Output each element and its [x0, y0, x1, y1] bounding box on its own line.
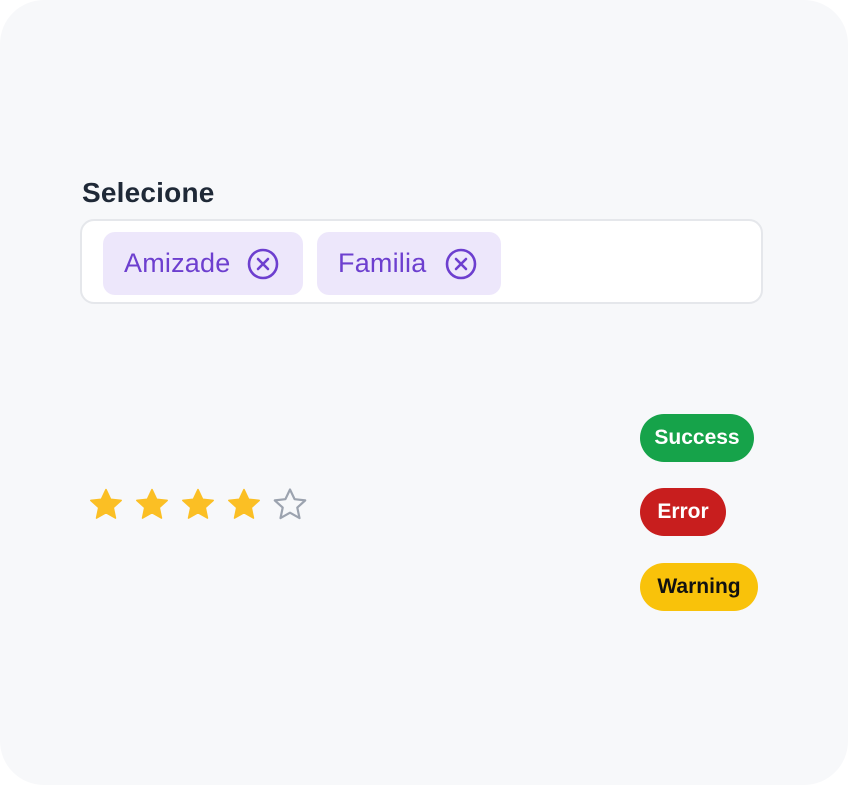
star-filled-icon[interactable]	[88, 487, 124, 523]
star-filled-icon[interactable]	[180, 487, 216, 523]
multi-select-input[interactable]: Amizade Familia	[80, 219, 763, 304]
star-rating[interactable]	[88, 487, 308, 523]
star-filled-icon[interactable]	[226, 487, 262, 523]
chip-label: Familia	[338, 248, 427, 278]
warning-badge: Warning	[640, 563, 758, 611]
error-badge: Error	[640, 488, 726, 536]
chip-label: Amizade	[124, 248, 231, 278]
star-empty-icon[interactable]	[272, 487, 308, 523]
close-circle-icon[interactable]	[445, 248, 477, 280]
close-circle-icon[interactable]	[247, 248, 279, 280]
star-filled-icon[interactable]	[134, 487, 170, 523]
success-badge: Success	[640, 414, 754, 462]
chip-amizade[interactable]: Amizade	[103, 232, 303, 295]
select-label: Selecione	[82, 177, 215, 208]
card: Selecione Amizade Familia Success Error …	[0, 0, 848, 785]
chip-familia[interactable]: Familia	[317, 232, 501, 295]
